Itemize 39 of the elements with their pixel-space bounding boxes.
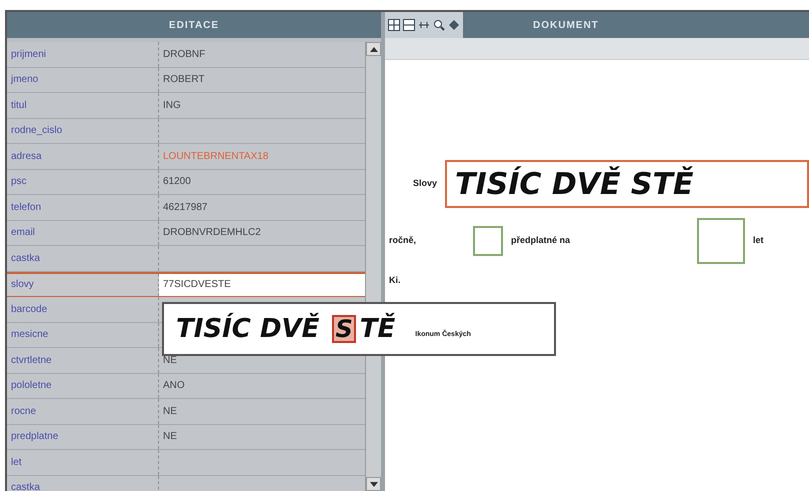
handwritten-text: TISÍC DVĚ (176, 312, 320, 346)
form-label: Slovy (413, 177, 438, 190)
field-label: let (7, 450, 159, 474)
field-label: mesicne (7, 322, 159, 347)
field-label: castka (7, 246, 159, 270)
field-label: castka (7, 476, 159, 491)
form-label: ročně, (389, 234, 418, 248)
field-label: rodne_cislo (7, 118, 159, 143)
field-label: pololetne (7, 374, 159, 398)
field-label: jmeno (7, 68, 159, 92)
field-label: telefon (7, 195, 159, 220)
field-value: 61200 (162, 175, 192, 190)
field-value: NE (162, 430, 178, 444)
field-value: NE (162, 354, 178, 368)
handwritten-text: TĚ (360, 312, 396, 346)
field-value: DROBNF (162, 48, 206, 62)
field-value: NE (162, 404, 178, 419)
field-label: barcode (7, 297, 159, 322)
field-value: ROBERT (162, 73, 206, 88)
field-label: rocne (7, 399, 159, 424)
field-label: predplatne (7, 424, 159, 449)
field-label: prijmeni (7, 42, 159, 66)
form-label: Ki. (389, 274, 402, 287)
field-label: email (7, 220, 159, 245)
field-value: LOUNTEBRNENTAX18 (162, 150, 270, 164)
field-value: ING (162, 98, 182, 113)
field-value: DROBNVRDEMHLC2 (162, 226, 262, 240)
handwritten-field: TISÍC DVĚ STĚ (445, 160, 809, 208)
form-label: předplatné na (511, 234, 572, 248)
form-label: let (753, 234, 764, 248)
field-value: ANO (162, 379, 186, 394)
field-label: titul (7, 93, 159, 118)
panel-title: EDITACE (168, 18, 220, 32)
field-label: adresa (7, 144, 159, 168)
field-value: 77SICDVESTE (159, 274, 365, 296)
panel-title: DOKUMENT (533, 18, 599, 32)
field-label: psc (7, 170, 159, 194)
field-label: ctvrtletne (7, 348, 159, 372)
field-value: 46217987 (162, 200, 208, 215)
